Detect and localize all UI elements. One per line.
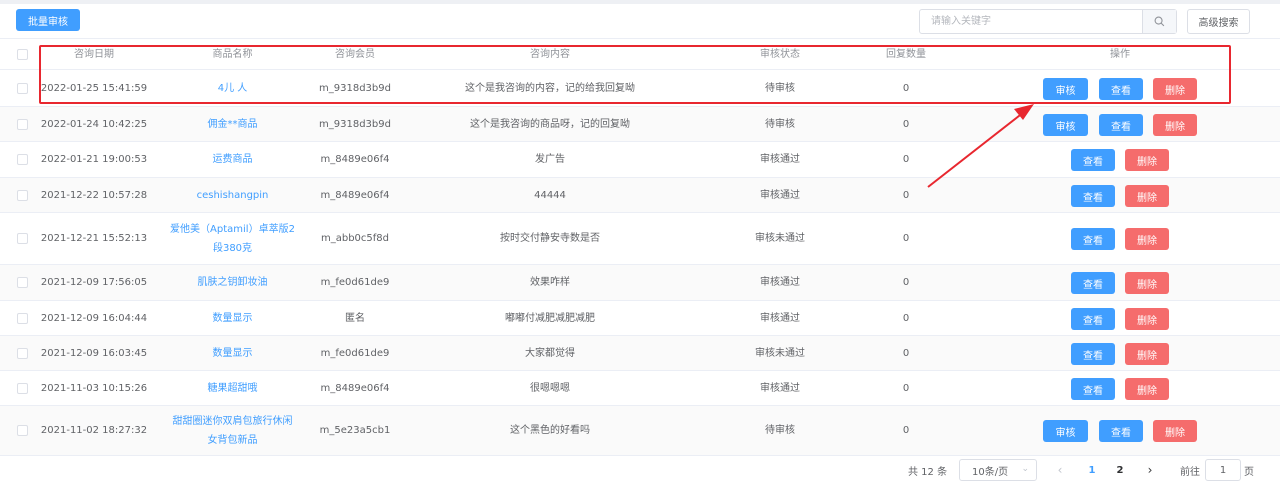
table-row: 2021-12-09 17:56:05 肌肤之钥卸妆油 m_fe0d61de9 效果咋… (0, 265, 1280, 301)
row-actions: 查看 删除 (0, 301, 1280, 335)
top-border (0, 0, 1280, 4)
view-button[interactable]: 查看 (1071, 272, 1115, 294)
row-actions: 查看 删除 (0, 265, 1280, 300)
table-row: 2022-01-21 19:00:53 运费商品 m_8489e06f4 发广告 审核通… (0, 142, 1280, 178)
delete-button[interactable]: 删除 (1125, 308, 1169, 330)
goto-page-input[interactable] (1205, 459, 1241, 481)
table-row: 2021-12-22 10:57:28 ceshishangpin m_8489e0… (0, 178, 1280, 213)
table-row: 2021-12-09 16:04:44 数量显示 匿名 嘟嘟付减肥减肥减肥 审核通过 0 查… (0, 301, 1280, 336)
page-number-2[interactable]: 2 (1110, 459, 1130, 481)
delete-button[interactable]: 删除 (1153, 420, 1197, 442)
row-actions: 查看 删除 (0, 336, 1280, 370)
row-actions: 查看 删除 (0, 178, 1280, 212)
header-content: 咨询内容 (530, 48, 570, 60)
delete-button[interactable]: 删除 (1125, 228, 1169, 250)
header-date: 咨询日期 (74, 48, 114, 60)
view-button[interactable]: 查看 (1071, 378, 1115, 400)
delete-button[interactable]: 删除 (1153, 78, 1197, 100)
view-button[interactable]: 查看 (1071, 149, 1115, 171)
goto-label: 前往 (1180, 466, 1200, 478)
header-product: 商品名称 (212, 48, 253, 60)
search-input[interactable] (920, 10, 1142, 33)
delete-button[interactable]: 删除 (1125, 378, 1169, 400)
delete-button[interactable]: 删除 (1153, 114, 1197, 136)
table-row: 2021-11-02 18:27:32 甜甜圈迷你双肩包旅行休闲女背包新品 m_5e… (0, 406, 1280, 456)
row-actions: 审核 查看 删除 (0, 70, 1280, 106)
header-reply-count: 回复数量 (886, 48, 926, 60)
table-row: 2021-12-21 15:52:13 爱他美（Aptamil）卓萃版2段380克… (0, 213, 1280, 265)
table-row: 2022-01-24 10:42:25 佣金**商品 m_9318d3b9d 这个是我… (0, 107, 1280, 142)
row-actions: 审核 查看 删除 (0, 107, 1280, 141)
header-member: 咨询会员 (335, 48, 375, 60)
search-button[interactable] (1142, 10, 1176, 33)
goto-suffix: 页 (1244, 466, 1254, 478)
search-box (919, 9, 1177, 34)
table-row: 2021-12-09 16:03:45 数量显示 m_fe0d61de9 大家都觉得审… (0, 336, 1280, 371)
page-number-1[interactable]: 1 (1082, 459, 1102, 481)
view-button[interactable]: 查看 (1071, 343, 1115, 365)
delete-button[interactable]: 删除 (1125, 185, 1169, 207)
prev-page-button[interactable]: ‹ (1053, 459, 1067, 481)
row-actions: 查看 删除 (0, 371, 1280, 405)
delete-button[interactable]: 删除 (1125, 272, 1169, 294)
batch-audit-button[interactable]: 批量审核 (16, 9, 80, 31)
audit-button[interactable]: 审核 (1043, 78, 1088, 100)
advanced-search-button[interactable]: 高级搜索 (1187, 9, 1250, 34)
page-size-select[interactable]: 10条/页 ⌄ (959, 459, 1037, 481)
table-header-row: 咨询日期 商品名称 咨询会员 咨询内容 审核状态 回复数量 操作 (0, 39, 1280, 70)
audit-button[interactable]: 审核 (1043, 114, 1088, 136)
view-button[interactable]: 查看 (1099, 78, 1143, 100)
view-button[interactable]: 查看 (1099, 114, 1143, 136)
delete-button[interactable]: 删除 (1125, 149, 1169, 171)
view-button[interactable]: 查看 (1071, 308, 1115, 330)
select-all-checkbox[interactable] (17, 39, 28, 69)
audit-button[interactable]: 审核 (1043, 420, 1088, 442)
delete-button[interactable]: 删除 (1125, 343, 1169, 365)
table-row: 2021-11-03 10:15:26 糖果超甜哦 m_8489e06f4 很嗯嗯嗯审… (0, 371, 1280, 406)
row-actions: 审核 查看 删除 (0, 406, 1280, 455)
pagination: 共 12 条 10条/页 ⌄ ‹ 1 2 › 前往 页 (0, 459, 1280, 481)
search-icon (1154, 16, 1165, 27)
header-actions: 操作 (1110, 48, 1130, 60)
pagination-total: 共 12 条 (908, 466, 948, 478)
row-actions: 查看 删除 (0, 213, 1280, 264)
header-status: 审核状态 (760, 48, 800, 60)
table-row: 2022-01-25 15:41:59 4儿 人 m_9318d3b9d 这个是我咨询… (0, 70, 1280, 107)
chevron-down-icon: ⌄ (1021, 464, 1029, 474)
consultation-table: 咨询日期 商品名称 咨询会员 咨询内容 审核状态 回复数量 操作 2022-01… (0, 38, 1280, 456)
next-page-button[interactable]: › (1143, 459, 1157, 481)
page-size-value: 10条/页 (972, 466, 1009, 478)
view-button[interactable]: 查看 (1071, 228, 1115, 250)
view-button[interactable]: 查看 (1071, 185, 1115, 207)
view-button[interactable]: 查看 (1099, 420, 1143, 442)
row-actions: 查看 删除 (0, 142, 1280, 177)
